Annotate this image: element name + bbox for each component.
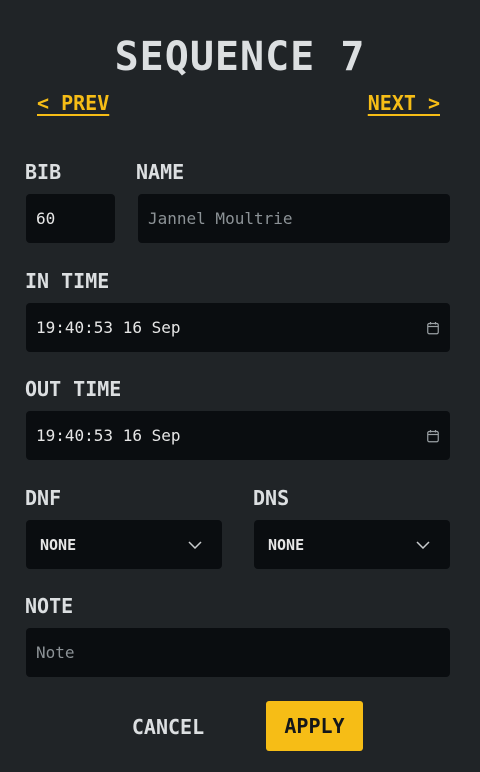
in-time-input[interactable]: 19:40:53 16 Sep	[26, 303, 450, 352]
cancel-button[interactable]: CANCEL	[118, 704, 218, 750]
name-label: NAME	[136, 160, 185, 184]
edit-sequence-panel: SEQUENCE 7 < PREV NEXT > BIB NAME 60 Jan…	[0, 0, 480, 772]
note-placeholder: Note	[36, 643, 75, 662]
dnf-select[interactable]: NONE	[26, 520, 222, 569]
dns-value: NONE	[268, 535, 305, 554]
out-time-input[interactable]: 19:40:53 16 Sep	[26, 411, 450, 460]
in-time-value: 19:40:53 16 Sep	[36, 318, 181, 337]
bib-input[interactable]: 60	[26, 194, 115, 243]
note-input[interactable]: Note	[26, 628, 450, 677]
note-label: NOTE	[25, 594, 74, 618]
page-title: SEQUENCE 7	[114, 34, 366, 80]
dnf-value: NONE	[40, 535, 77, 554]
name-placeholder: Jannel Moultrie	[148, 209, 293, 228]
out-time-label: OUT TIME	[25, 377, 122, 401]
next-link[interactable]: NEXT >	[368, 91, 440, 115]
in-time-label: IN TIME	[25, 269, 110, 293]
dns-label: DNS	[253, 486, 290, 510]
bib-value: 60	[36, 209, 56, 228]
dns-select[interactable]: NONE	[254, 520, 450, 569]
calendar-icon[interactable]	[427, 429, 439, 442]
chevron-down-icon	[188, 540, 202, 549]
chevron-down-icon	[416, 540, 430, 549]
apply-button[interactable]: APPLY	[266, 701, 363, 751]
calendar-icon[interactable]	[427, 321, 439, 334]
name-input[interactable]: Jannel Moultrie	[138, 194, 450, 243]
out-time-value: 19:40:53 16 Sep	[36, 426, 181, 445]
bib-label: BIB	[25, 160, 62, 184]
prev-link[interactable]: < PREV	[37, 91, 109, 115]
dnf-label: DNF	[25, 486, 62, 510]
